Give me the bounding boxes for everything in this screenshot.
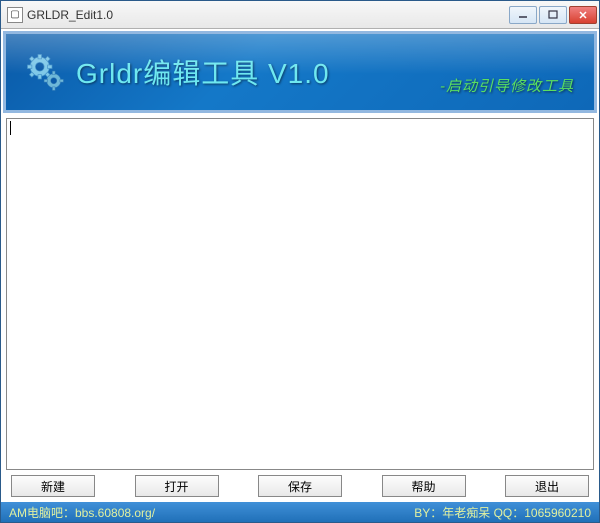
- new-button[interactable]: 新建: [11, 475, 95, 497]
- statusbar-credits-left: AM电脑吧：bbs.60808.org/: [9, 504, 155, 521]
- text-cursor: [10, 121, 11, 135]
- maximize-icon: [548, 10, 558, 20]
- editor-textarea[interactable]: [7, 119, 593, 469]
- exit-button[interactable]: 退出: [505, 475, 589, 497]
- maximize-button[interactable]: [539, 6, 567, 24]
- window-controls: [509, 6, 597, 24]
- open-button[interactable]: 打开: [135, 475, 219, 497]
- window-title: GRLDR_Edit1.0: [27, 8, 509, 22]
- app-subtitle: -启动引导修改工具: [440, 75, 574, 96]
- minimize-icon: [518, 10, 528, 20]
- statusbar: AM电脑吧：bbs.60808.org/ BY：年老痴呆 QQ：10659602…: [1, 502, 599, 522]
- button-toolbar: 新建 打开 保存 帮助 退出: [1, 472, 599, 502]
- close-icon: [578, 10, 588, 20]
- editor-container: [6, 118, 594, 470]
- titlebar[interactable]: ▢ GRLDR_Edit1.0: [1, 1, 599, 29]
- close-button[interactable]: [569, 6, 597, 24]
- help-button[interactable]: 帮助: [382, 475, 466, 497]
- app-icon: ▢: [7, 7, 23, 23]
- save-button[interactable]: 保存: [258, 475, 342, 497]
- header-banner: Grldr编辑工具 V1.0 -启动引导修改工具: [3, 31, 597, 113]
- minimize-button[interactable]: [509, 6, 537, 24]
- app-window: ▢ GRLDR_Edit1.0: [0, 0, 600, 523]
- statusbar-credits-right: BY：年老痴呆 QQ：1065960210: [414, 504, 591, 521]
